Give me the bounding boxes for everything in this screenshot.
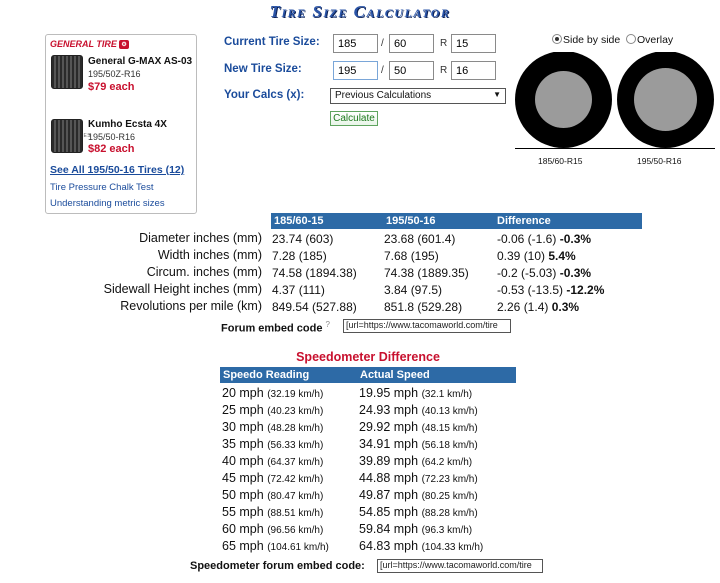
tire-price: $79 each: [88, 81, 135, 93]
row-label: Width inches (mm): [157, 248, 262, 262]
new-value: 851.8 (529.28): [384, 300, 463, 314]
help-icon[interactable]: ?: [326, 320, 330, 329]
actual-speed: 44.88 mph (72.23 km/h): [359, 471, 478, 485]
speedo-reading: 20 mph (32.19 km/h): [222, 386, 324, 400]
tire-size: 195/50Z-R16: [88, 69, 141, 79]
speedometer-title: Speedometer Difference: [296, 350, 440, 364]
new-rim-input[interactable]: [451, 61, 496, 80]
your-calcs-label: Your Calcs (x):: [224, 89, 305, 101]
previous-calcs-select[interactable]: Previous Calculations ▼: [330, 88, 506, 104]
current-width-input[interactable]: [333, 34, 378, 53]
current-value: 849.54 (527.88): [272, 300, 357, 314]
speedo-reading: 55 mph (88.51 km/h): [222, 505, 324, 519]
current-aspect-input[interactable]: [389, 34, 434, 53]
tire-name[interactable]: General G-MAX AS-03: [88, 56, 192, 67]
header-difference: Difference: [497, 215, 551, 227]
current-value: 74.58 (1894.38): [272, 266, 357, 280]
actual-speed: 39.89 mph (64.2 km/h): [359, 454, 473, 468]
radio-selected-icon[interactable]: [552, 34, 562, 44]
actual-speed: 19.95 mph (32.1 km/h): [359, 386, 473, 400]
speedo-reading: 25 mph (40.23 km/h): [222, 403, 324, 417]
row-label: Revolutions per mile (km): [120, 299, 262, 313]
page-title: Tire Size Calculator: [269, 2, 451, 21]
slash-separator: /: [381, 65, 384, 76]
difference-percent: -0.3%: [559, 266, 592, 280]
tire-price: $82 each: [88, 143, 135, 155]
new-tire-caption: 195/50-R16: [637, 156, 682, 166]
radio-icon[interactable]: [626, 34, 636, 44]
difference-value: 0.39 (10) 5.4%: [497, 249, 576, 263]
actual-speed: 34.91 mph (56.18 km/h): [359, 437, 478, 451]
speedo-reading: 65 mph (104.61 km/h): [222, 539, 329, 553]
difference-value: -0.2 (-5.03) -0.3%: [497, 266, 592, 280]
difference-value: 2.26 (1.4) 0.3%: [497, 300, 580, 314]
current-rim-graphic: [535, 71, 592, 128]
header-actual-speed: Actual Speed: [360, 369, 430, 381]
see-all-tires-link[interactable]: See All 195/50-16 Tires (12): [50, 164, 184, 176]
tire-ad-box: GENERAL TIRE ⚙ General G-MAX AS-03 195/5…: [45, 34, 197, 214]
new-rim-graphic: [634, 68, 697, 131]
comparison-table-header: [271, 213, 642, 229]
row-label: Sidewall Height inches (mm): [103, 282, 262, 296]
speedometer-embed-input[interactable]: [url=https://www.tacomaworld.com/tire: [377, 559, 543, 573]
metric-sizes-link[interactable]: Understanding metric sizes: [50, 198, 165, 209]
forum-embed-input[interactable]: [url=https://www.tacomaworld.com/tire: [343, 319, 511, 333]
speedometer-embed-label: Speedometer forum embed code:: [190, 560, 365, 572]
overlay-option[interactable]: Overlay: [626, 34, 673, 46]
speedo-reading: 30 mph (48.28 km/h): [222, 420, 324, 434]
actual-speed: 59.84 mph (96.3 km/h): [359, 522, 473, 536]
row-label: Circum. inches (mm): [146, 265, 262, 279]
new-value: 7.68 (195): [384, 249, 439, 263]
tire-size: 195/50-R16: [88, 132, 136, 142]
speedo-reading: 45 mph (72.42 km/h): [222, 471, 324, 485]
header-current: 185/60-15: [274, 215, 324, 227]
forum-embed-label: Forum embed code ?: [221, 320, 330, 335]
difference-percent: -0.3%: [559, 232, 592, 246]
header-new: 195/50-16: [386, 215, 436, 227]
dropdown-arrow-icon: ▼: [493, 90, 501, 99]
ground-line: [515, 148, 715, 149]
header-speedo-reading: Speedo Reading: [223, 369, 310, 381]
actual-speed: 29.92 mph (48.15 km/h): [359, 420, 478, 434]
difference-percent: 5.4%: [548, 249, 576, 263]
current-value: 7.28 (185): [272, 249, 327, 263]
actual-speed: 54.85 mph (88.28 km/h): [359, 505, 478, 519]
current-rim-input[interactable]: [451, 34, 496, 53]
speedo-reading: 35 mph (56.33 km/h): [222, 437, 324, 451]
new-value: 23.68 (601.4): [384, 232, 456, 246]
new-value: 3.84 (97.5): [384, 283, 443, 297]
current-value: 4.37 (111): [272, 283, 325, 297]
difference-percent: 0.3%: [551, 300, 580, 314]
difference-value: -0.53 (-13.5) -12.2%: [497, 283, 605, 297]
current-size-label: Current Tire Size:: [224, 36, 320, 48]
speedo-reading: 40 mph (64.37 km/h): [222, 454, 324, 468]
rim-separator: R: [440, 38, 448, 49]
general-tire-logo: GENERAL TIRE ⚙: [50, 39, 129, 50]
difference-percent: -12.2%: [566, 283, 605, 297]
actual-speed: 64.83 mph (104.33 km/h): [359, 539, 484, 553]
general-tire-image[interactable]: [51, 55, 83, 89]
new-aspect-input[interactable]: [389, 61, 434, 80]
rim-separator: R: [440, 65, 448, 76]
difference-value: -0.06 (-1.6) -0.3%: [497, 232, 592, 246]
speedo-reading: 60 mph (96.56 km/h): [222, 522, 324, 536]
new-width-input[interactable]: [333, 61, 378, 80]
tire-visual-comparison: [515, 52, 715, 149]
new-value: 74.38 (1889.35): [384, 266, 469, 280]
side-by-side-option[interactable]: Side by side: [552, 34, 620, 46]
select-value: Previous Calculations: [335, 90, 432, 101]
actual-speed: 49.87 mph (80.25 km/h): [359, 488, 478, 502]
speedo-reading: 50 mph (80.47 km/h): [222, 488, 324, 502]
new-size-label: New Tire Size:: [224, 63, 302, 75]
current-value: 23.74 (603): [272, 232, 334, 246]
kumho-tire-image[interactable]: [51, 119, 83, 153]
current-tire-caption: 185/60-R15: [538, 156, 583, 166]
tire-pressure-link[interactable]: Tire Pressure Chalk Test: [50, 182, 153, 193]
tire-name[interactable]: Kumho Ecsta 4X: [88, 119, 167, 130]
calculate-button[interactable]: Calculate: [330, 111, 378, 126]
slash-separator: /: [381, 38, 384, 49]
row-label: Diameter inches (mm): [139, 231, 262, 245]
actual-speed: 24.93 mph (40.13 km/h): [359, 403, 478, 417]
